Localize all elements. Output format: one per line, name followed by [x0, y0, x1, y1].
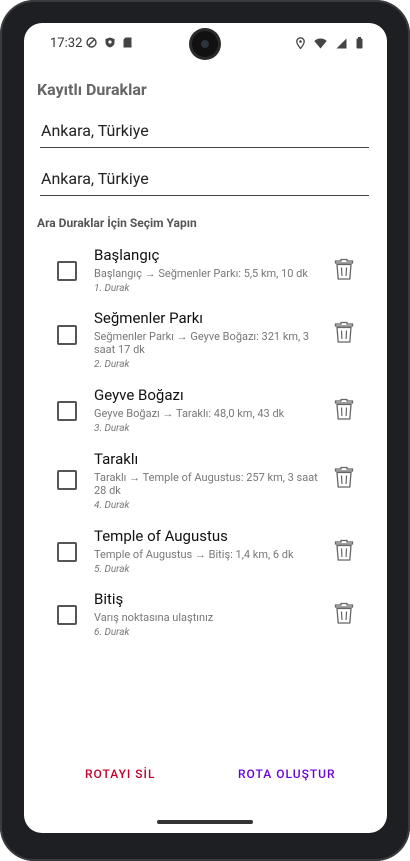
status-time: 17:32	[50, 36, 83, 51]
trash-icon[interactable]	[334, 397, 354, 421]
front-camera	[192, 31, 218, 57]
checkbox-icon[interactable]	[57, 401, 77, 421]
stop-route: Temple of Augustus → Bitiş: 1,4 km, 6 dk	[94, 548, 294, 561]
stop-name: Temple of Augustus	[94, 527, 228, 545]
checkbox-icon[interactable]	[57, 605, 77, 625]
stop-info: Başlangıç Başlangıç → Seğmenler Parkı: 5…	[94, 246, 319, 295]
stop-order: 3. Durak	[94, 423, 130, 434]
stop-info: Bitiş Varış noktasına ulaştınız 6. Durak	[94, 590, 319, 639]
stop-name: Başlangıç	[94, 246, 160, 264]
stop-info: Seğmenler Parkı Seğmenler Parkı → Geyve …	[94, 309, 319, 371]
stop-route: Başlangıç → Seğmenler Parkı: 5,5 km, 10 …	[94, 267, 308, 280]
gesture-nav-bar[interactable]	[157, 820, 253, 824]
status-left-icons	[86, 37, 132, 48]
stop-order: 5. Durak	[94, 564, 130, 575]
status-right-icons	[296, 37, 363, 49]
stop-info: Geyve Boğazı Geyve Boğazı → Taraklı: 48,…	[94, 386, 319, 435]
stop-name: Geyve Boğazı	[94, 386, 184, 404]
shield-icon	[105, 37, 115, 48]
stop-info: Taraklı Taraklı → Temple of Augustus: 25…	[94, 450, 319, 512]
trash-icon[interactable]	[334, 465, 354, 489]
start-location-field[interactable]: Ankara, Türkiye	[40, 119, 369, 148]
stop-name: Bitiş	[94, 590, 124, 608]
stop-name: Taraklı	[94, 450, 139, 468]
stop-route: Varış noktasına ulaştınız	[94, 611, 214, 624]
app-screen: 17:32 Kayıtlı Duraklar Ankara, Türkiye A…	[24, 23, 387, 833]
trash-icon[interactable]	[334, 257, 354, 281]
status-bar: 17:32	[24, 23, 387, 63]
stop-info: Temple of Augustus Temple of Augustus → …	[94, 527, 319, 576]
wifi-icon	[314, 38, 327, 48]
stop-order: 2. Durak	[94, 359, 130, 370]
trash-icon[interactable]	[334, 538, 354, 562]
stop-order: 6. Durak	[94, 627, 130, 638]
trash-icon[interactable]	[334, 601, 354, 625]
create-route-button[interactable]: ROTA OLUŞTUR	[238, 767, 336, 781]
location-icon	[296, 37, 305, 49]
checkbox-icon[interactable]	[57, 261, 77, 281]
start-location-value: Ankara, Türkiye	[41, 121, 149, 140]
stop-order: 1. Durak	[94, 283, 130, 294]
end-location-field[interactable]: Ankara, Türkiye	[40, 167, 369, 196]
stop-route: Seğmenler Parkı → Geyve Boğazı: 321 km, …	[94, 330, 310, 356]
stop-route: Taraklı → Temple of Augustus: 257 km, 3 …	[94, 471, 318, 497]
delete-route-button[interactable]: ROTAYI SİL	[85, 767, 155, 781]
signal-icon	[336, 38, 347, 48]
checkbox-icon[interactable]	[57, 470, 77, 490]
page-title: Kayıtlı Duraklar	[37, 80, 147, 99]
checkbox-icon[interactable]	[57, 542, 77, 562]
do-not-disturb-icon	[86, 37, 97, 48]
stop-name: Seğmenler Parkı	[94, 309, 204, 327]
battery-icon	[356, 37, 363, 49]
section-title: Ara Duraklar İçin Seçim Yapın	[37, 216, 197, 230]
end-location-value: Ankara, Türkiye	[41, 169, 149, 188]
checkbox-icon[interactable]	[57, 325, 77, 345]
stop-order: 4. Durak	[94, 500, 130, 511]
stop-route: Geyve Boğazı → Taraklı: 48,0 km, 43 dk	[94, 407, 285, 420]
trash-icon[interactable]	[334, 320, 354, 344]
sd-card-icon	[123, 37, 132, 48]
